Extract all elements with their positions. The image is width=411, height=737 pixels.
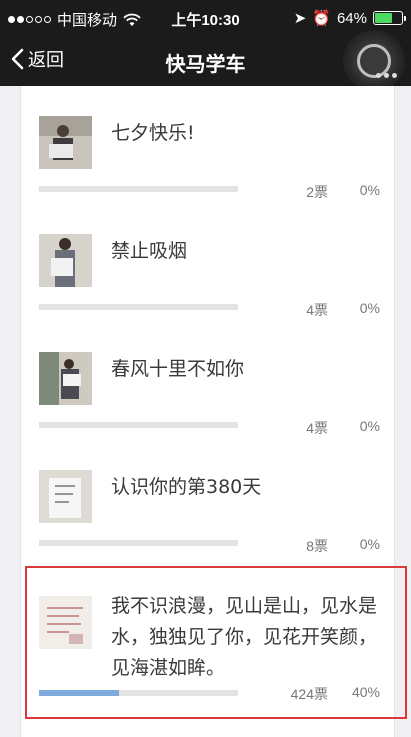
poll-item-photo [39, 470, 92, 523]
battery-icon [373, 11, 406, 25]
vote-progress-bar [39, 422, 238, 428]
poll-item-photo [39, 234, 92, 287]
vote-progress-bar [39, 186, 238, 192]
poll-list: 七夕快乐! 2票 0% 禁止吸烟 4票 0% 春风十里不如你 4票 0% 认识你… [20, 86, 407, 737]
vote-count: 2票 [306, 184, 328, 200]
battery-percent: 64% [336, 9, 367, 27]
vote-percent: 0% [359, 182, 380, 198]
poll-item-title: 春风十里不如你 [111, 358, 245, 380]
vote-percent: 0% [359, 300, 380, 316]
status-bar: 中国移动 上午10:30 ➤ ⏰ 64% [0, 0, 411, 36]
more-button[interactable] [343, 30, 405, 92]
vote-progress-bar [39, 540, 238, 546]
status-right: ➤ ⏰ 64% [293, 9, 406, 27]
more-dots-icon [376, 73, 397, 78]
poll-item-photo [39, 116, 92, 169]
poll-item-title: 认识你的第380天 [111, 476, 262, 498]
poll-item-title: 七夕快乐! [111, 122, 195, 144]
poll-item[interactable]: 认识你的第380天 8票 0% [21, 440, 396, 558]
poll-item[interactable]: 禁止吸烟 4票 0% [21, 204, 396, 322]
poll-item[interactable]: 七夕快乐! 2票 0% [21, 86, 396, 204]
nav-bar: 返回 快马学车 [0, 30, 411, 92]
poll-item[interactable]: 春风十里不如你 4票 0% [21, 322, 396, 440]
highlight-frame [25, 566, 407, 719]
poll-item-title: 禁止吸烟 [111, 240, 188, 262]
vote-count: 4票 [306, 302, 328, 318]
vote-percent: 0% [359, 536, 380, 552]
vote-percent: 0% [359, 418, 380, 434]
vote-count: 4票 [306, 420, 328, 436]
alarm-icon: ⏰ [312, 10, 331, 27]
location-arrow-icon: ➤ [293, 10, 307, 27]
vote-count: 8票 [306, 538, 328, 554]
poll-item-photo [39, 352, 92, 405]
vote-progress-bar [39, 304, 238, 310]
